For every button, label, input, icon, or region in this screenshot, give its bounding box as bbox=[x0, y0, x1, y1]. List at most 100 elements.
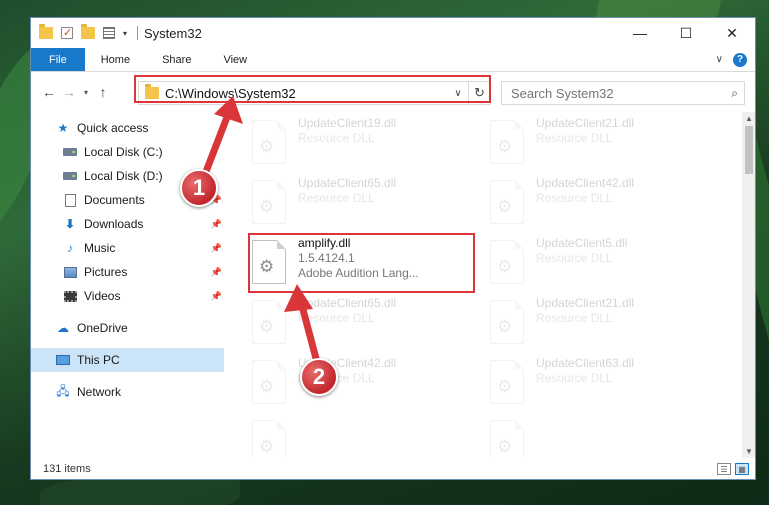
qat-dropdown-icon[interactable]: ▾ bbox=[123, 29, 127, 38]
search-icon[interactable]: ⌕ bbox=[731, 86, 738, 101]
file-description: Resource DLL bbox=[536, 191, 613, 205]
tab-share[interactable]: Share bbox=[146, 48, 207, 71]
list-properties-icon[interactable] bbox=[103, 27, 115, 39]
file-description: Resource DLL bbox=[298, 131, 375, 145]
maximize-button[interactable]: ☐ bbox=[663, 18, 709, 48]
scroll-up-icon[interactable]: ▲ bbox=[742, 114, 755, 123]
help-icon[interactable]: ? bbox=[733, 52, 747, 67]
window-title: System32 bbox=[144, 25, 202, 41]
sidebar-item-videos[interactable]: Videos 📌 bbox=[31, 284, 224, 308]
sidebar-item-music[interactable]: ♪ Music 📌 bbox=[31, 236, 224, 260]
pin-icon[interactable]: 📌 bbox=[211, 267, 222, 278]
up-button[interactable]: ↑ bbox=[93, 84, 113, 100]
status-bar: 131 items ☰ ▦ bbox=[31, 458, 755, 479]
properties-check-icon[interactable] bbox=[61, 26, 73, 39]
search-box[interactable]: ⌕ bbox=[501, 81, 745, 105]
item-count: 131 items bbox=[43, 463, 91, 475]
minimize-button[interactable]: — bbox=[617, 18, 663, 48]
file-description: Resource DLL bbox=[536, 131, 613, 145]
pin-icon[interactable]: 📌 bbox=[211, 291, 222, 302]
sidebar-item-label: Local Disk (C:) bbox=[84, 145, 163, 159]
sidebar-item-this-pc[interactable]: This PC bbox=[31, 348, 224, 372]
vertical-scrollbar[interactable]: ▲ ▼ bbox=[742, 112, 755, 458]
details-view-icon[interactable]: ☰ bbox=[717, 463, 731, 475]
dll-file-icon: ⚙ bbox=[490, 300, 524, 344]
disk-icon bbox=[62, 145, 78, 159]
disk-icon bbox=[62, 169, 78, 183]
file-tile[interactable]: ⚙ UpdateClient5.dll Resource DLL bbox=[490, 236, 716, 292]
dll-file-icon: ⚙ bbox=[252, 300, 286, 344]
dll-file-icon: ⚙ bbox=[490, 120, 524, 164]
sidebar-item-label: Music bbox=[84, 241, 116, 255]
title-bar: ▾ System32 — ☐ ✕ bbox=[31, 18, 755, 48]
back-button[interactable]: ← bbox=[39, 84, 59, 100]
dll-file-icon: ⚙ bbox=[252, 360, 286, 404]
file-description: Resource DLL bbox=[536, 311, 613, 325]
dll-file-icon: ⚙ bbox=[490, 360, 524, 404]
file-tile[interactable]: ⚙ UpdateClient42.dllResource DLL bbox=[252, 356, 478, 412]
recent-locations-icon[interactable]: ▾ bbox=[79, 88, 93, 97]
sidebar-item-pictures[interactable]: Pictures 📌 bbox=[31, 260, 224, 284]
file-name: UpdateClient42.dll bbox=[536, 176, 635, 190]
tab-view[interactable]: View bbox=[207, 48, 263, 71]
file-tile[interactable]: ⚙ UpdateClient65.dll Resource DLL bbox=[252, 296, 478, 352]
file-tile[interactable]: ⚙ bbox=[252, 416, 478, 458]
sidebar-item-quick-access[interactable]: ★ Quick access bbox=[31, 116, 224, 140]
file-highlight-box bbox=[248, 233, 475, 293]
star-icon: ★ bbox=[57, 121, 69, 135]
pin-icon[interactable]: 📌 bbox=[211, 243, 222, 254]
step-2-badge: 2 bbox=[300, 358, 338, 396]
file-name: UpdateClient21.dll bbox=[536, 116, 635, 130]
sidebar-item-label: OneDrive bbox=[77, 321, 128, 335]
window-controls: — ☐ ✕ bbox=[617, 18, 755, 48]
scrollbar-thumb[interactable] bbox=[745, 126, 753, 174]
file-tile[interactable]: ⚙ UpdateClient63.dll Resource DLL bbox=[490, 356, 716, 412]
file-name: UpdateClient65.dll bbox=[298, 176, 397, 190]
forward-button[interactable]: → bbox=[59, 84, 79, 100]
dll-file-icon: ⚙ bbox=[490, 240, 524, 284]
file-tile[interactable]: ⚙ UpdateClient21.dll Resource DLL bbox=[490, 116, 716, 172]
sidebar-item-onedrive[interactable]: ☁ OneDrive bbox=[31, 316, 224, 340]
dll-file-icon: ⚙ bbox=[252, 120, 286, 164]
folder-icon bbox=[39, 24, 53, 39]
tiles-view-icon[interactable]: ▦ bbox=[735, 463, 749, 475]
file-name: UpdateClient21.dll bbox=[536, 296, 635, 310]
file-name: UpdateClient19.dll bbox=[298, 116, 397, 130]
file-name: UpdateClient5.dll bbox=[536, 236, 628, 250]
documents-icon bbox=[62, 193, 78, 207]
file-tile[interactable]: ⚙ UpdateClient21.dll Resource DLL bbox=[490, 296, 716, 352]
file-tile[interactable]: ⚙ UpdateClient19.dll Resource DLL bbox=[252, 116, 478, 172]
sidebar-item-downloads[interactable]: ⬇ Downloads 📌 bbox=[31, 212, 224, 236]
sidebar-item-label: Pictures bbox=[84, 265, 128, 279]
sidebar-item-local-disk-c[interactable]: Local Disk (C:) bbox=[31, 140, 224, 164]
new-folder-icon[interactable] bbox=[81, 24, 95, 39]
close-button[interactable]: ✕ bbox=[709, 18, 755, 48]
file-description: Resource DLL bbox=[536, 251, 613, 265]
file-tile[interactable]: ⚙ UpdateClient42.dllResource DLL bbox=[490, 176, 716, 232]
sidebar-item-label: Documents bbox=[84, 193, 145, 207]
sidebar-item-network[interactable]: 🖧 Network bbox=[31, 380, 224, 404]
scroll-down-icon[interactable]: ▼ bbox=[742, 447, 755, 456]
ribbon-right: ∨ ? bbox=[716, 48, 755, 71]
tab-file[interactable]: File bbox=[31, 48, 85, 71]
sidebar-item-label: Network bbox=[77, 385, 122, 399]
computer-icon bbox=[55, 353, 71, 367]
tab-home[interactable]: Home bbox=[85, 48, 146, 71]
file-tile[interactable]: ⚙ UpdateClient65.dll Resource DLL bbox=[252, 176, 478, 232]
step-1-badge: 1 bbox=[180, 169, 218, 207]
ribbon-tabs: File Home Share View ∨ ? bbox=[31, 48, 755, 72]
videos-icon bbox=[62, 289, 78, 303]
sidebar-item-label: Quick access bbox=[77, 121, 149, 135]
title-separator bbox=[137, 26, 139, 40]
file-tile[interactable]: ⚙ bbox=[490, 416, 716, 458]
sidebar-item-label: Local Disk (D:) bbox=[84, 169, 163, 183]
expand-ribbon-icon[interactable]: ∨ bbox=[716, 54, 723, 65]
view-toggle: ☰ ▦ bbox=[717, 463, 755, 475]
dll-file-icon: ⚙ bbox=[252, 180, 286, 224]
pin-icon[interactable]: 📌 bbox=[211, 219, 222, 230]
quick-access-toolbar: ▾ bbox=[31, 24, 140, 40]
dll-file-icon: ⚙ bbox=[252, 420, 286, 458]
search-input[interactable] bbox=[511, 85, 711, 101]
file-name: UpdateClient65.dll bbox=[298, 296, 397, 310]
network-icon: 🖧 bbox=[56, 383, 70, 398]
